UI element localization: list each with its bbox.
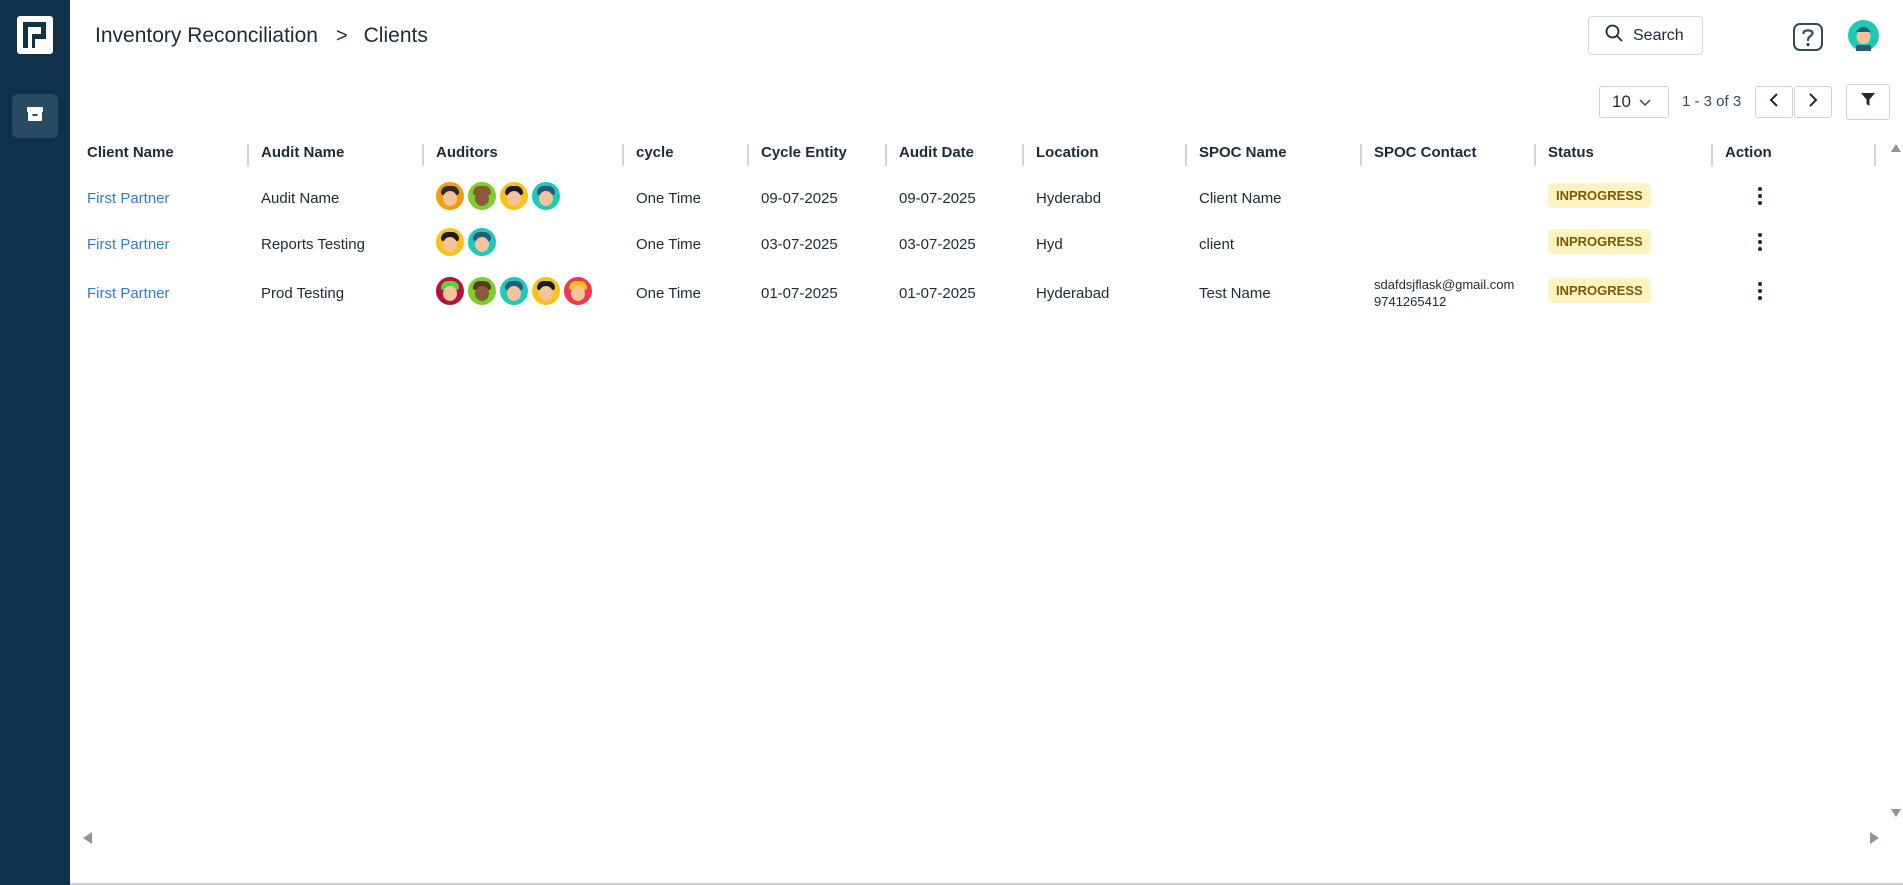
auditor-avatar[interactable]: [499, 276, 529, 306]
column-header-action[interactable]: Action: [1725, 144, 1772, 161]
client-name-link[interactable]: First Partner: [87, 236, 170, 253]
auditor-avatar[interactable]: [467, 181, 497, 211]
archive-icon: [25, 104, 45, 129]
spoc-email: sdafdsjflask@gmail.com: [1374, 277, 1515, 292]
column-resizer[interactable]: [1360, 144, 1362, 166]
column-resizer[interactable]: [422, 144, 424, 166]
breadcrumb-separator: >: [335, 24, 348, 47]
column-resizer[interactable]: [1022, 144, 1024, 166]
column-resizer[interactable]: [622, 144, 624, 166]
client-name-link[interactable]: First Partner: [87, 285, 170, 302]
cycle-cell: One Time: [636, 190, 702, 207]
chevron-left-icon: [1769, 92, 1779, 112]
audit-date-cell: 09-07-2025: [899, 190, 976, 207]
column-header-cycle[interactable]: cycle: [636, 144, 674, 161]
row-actions-menu-icon[interactable]: [1757, 187, 1763, 209]
sidebar: [0, 0, 70, 885]
spoc-name-cell: Client Name: [1199, 190, 1282, 207]
chevron-right-icon: [1808, 92, 1818, 112]
column-header-spoc-contact[interactable]: SPOC Contact: [1374, 144, 1477, 161]
audit-date-cell: 01-07-2025: [899, 285, 976, 302]
column-header-spoc-name[interactable]: SPOC Name: [1199, 144, 1287, 161]
user-avatar[interactable]: [1848, 20, 1879, 51]
cycle-cell: One Time: [636, 236, 702, 253]
page-size-select[interactable]: 10: [1599, 86, 1669, 118]
location-cell: Hyd: [1036, 236, 1063, 253]
page-size-value: 10: [1612, 92, 1631, 111]
auditor-avatar[interactable]: [531, 181, 561, 211]
breadcrumb: Inventory Reconciliation > Clients: [95, 24, 428, 48]
auditor-avatars: [435, 276, 595, 306]
search-button[interactable]: Search: [1588, 16, 1703, 55]
auditor-avatar[interactable]: [467, 276, 497, 306]
spoc-name-cell: client: [1199, 236, 1235, 253]
column-header-audit-date[interactable]: Audit Date: [899, 144, 974, 161]
cycle-entity-cell: 01-07-2025: [761, 285, 838, 302]
audit-date-cell: 03-07-2025: [899, 236, 976, 253]
app-logo[interactable]: [16, 15, 54, 55]
spoc-contact-cell: sdafdsjflask@gmail.com 9741265412: [1374, 276, 1514, 310]
audit-name-cell: Audit Name: [261, 190, 340, 207]
cycle-entity-cell: 09-07-2025: [761, 190, 838, 207]
column-header-audit-name[interactable]: Audit Name: [261, 144, 344, 161]
spoc-name-cell: Test Name: [1199, 285, 1271, 302]
column-header-client-name[interactable]: Client Name: [87, 144, 174, 161]
location-cell: Hyderabd: [1036, 190, 1102, 207]
column-header-auditors[interactable]: Auditors: [436, 144, 498, 161]
auditor-avatars: [435, 181, 563, 211]
auditor-avatar[interactable]: [563, 276, 593, 306]
pagination-range: 1 - 3 of 3: [1682, 93, 1742, 110]
audit-name-cell: Reports Testing: [261, 236, 365, 253]
breadcrumb-current: Clients: [363, 24, 428, 47]
scroll-right-arrow[interactable]: [1870, 832, 1879, 844]
scroll-down-arrow[interactable]: [1891, 809, 1901, 817]
auditor-avatar[interactable]: [435, 181, 465, 211]
column-resizer[interactable]: [247, 144, 249, 166]
help-icon[interactable]: [1792, 22, 1824, 52]
status-badge: INPROGRESS: [1548, 183, 1651, 208]
auditor-avatar[interactable]: [499, 181, 529, 211]
auditor-avatar[interactable]: [467, 227, 497, 257]
scroll-up-arrow[interactable]: [1891, 144, 1901, 152]
filter-icon: [1861, 92, 1875, 112]
status-badge: INPROGRESS: [1548, 229, 1651, 254]
auditor-avatar[interactable]: [435, 276, 465, 306]
cycle-cell: One Time: [636, 285, 702, 302]
row-actions-menu-icon[interactable]: [1757, 282, 1763, 304]
column-resizer[interactable]: [1711, 144, 1713, 166]
prev-page-button[interactable]: [1755, 86, 1793, 118]
column-resizer[interactable]: [885, 144, 887, 166]
column-resizer[interactable]: [1874, 144, 1876, 166]
auditor-avatar[interactable]: [435, 227, 465, 257]
client-name-link[interactable]: First Partner: [87, 190, 170, 207]
audit-name-cell: Prod Testing: [261, 285, 345, 302]
cycle-entity-cell: 03-07-2025: [761, 236, 838, 253]
breadcrumb-parent[interactable]: Inventory Reconciliation: [95, 24, 318, 48]
column-header-status[interactable]: Status: [1548, 144, 1594, 161]
location-cell: Hyderabad: [1036, 285, 1110, 302]
row-actions-menu-icon[interactable]: [1757, 233, 1763, 255]
column-resizer[interactable]: [747, 144, 749, 166]
sidebar-item-inventory[interactable]: [12, 94, 58, 138]
spoc-phone: 9741265412: [1374, 294, 1447, 309]
column-header-location[interactable]: Location: [1036, 144, 1099, 161]
column-resizer[interactable]: [1534, 144, 1536, 166]
auditor-avatars: [435, 227, 499, 257]
column-resizer[interactable]: [1185, 144, 1187, 166]
next-page-button[interactable]: [1794, 86, 1832, 118]
status-badge: INPROGRESS: [1548, 278, 1651, 303]
column-header-cycle-entity[interactable]: Cycle Entity: [761, 144, 847, 161]
chevron-down-icon: [1639, 92, 1651, 112]
filter-button[interactable]: [1846, 84, 1890, 120]
scroll-left-arrow[interactable]: [83, 832, 92, 844]
search-label: Search: [1633, 26, 1684, 44]
auditor-avatar[interactable]: [531, 276, 561, 306]
search-icon: [1605, 24, 1623, 47]
